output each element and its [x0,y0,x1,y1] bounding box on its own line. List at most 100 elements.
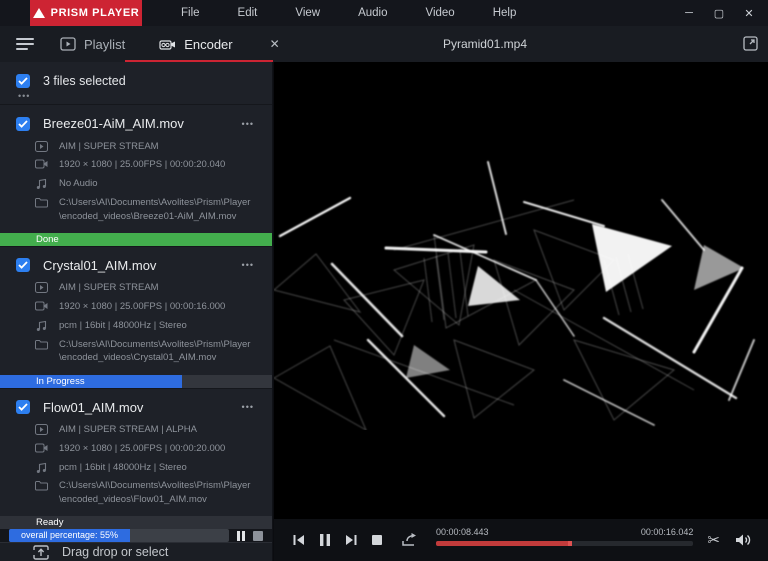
stream-icon [35,282,48,293]
folder-icon [35,480,48,491]
selection-summary: 3 files selected [43,74,126,88]
file-path: C:\Users\AI\Documents\Avolites\Prism\Pla… [59,479,258,507]
file-stream-info: AIM | SUPER STREAM | ALPHA [59,423,197,437]
menu-view[interactable]: View [276,0,339,26]
popout-icon [742,35,759,52]
stop-encoding-button[interactable] [253,531,263,541]
seek-bar[interactable]: 00:00:08.443 00:00:16.042 [436,527,693,553]
tab-playlist[interactable]: Playlist [56,26,129,62]
total-time: 00:00:16.042 [641,527,694,537]
popout-button[interactable] [742,35,759,52]
pause-button[interactable] [314,529,336,551]
export-button[interactable] [398,529,420,551]
maximize-button[interactable]: ▢ [708,2,730,24]
file-audio-info: No Audio [59,177,98,191]
file-status-label: Done [36,233,59,246]
video-info-icon [35,159,48,169]
menu-audio[interactable]: Audio [339,0,406,26]
file-stream-info: AIM | SUPER STREAM [59,281,159,295]
audio-info-icon [35,178,48,190]
video-info-icon [35,443,48,453]
video-panel[interactable]: 00:00:08.443 00:00:16.042 ✂ [274,62,768,561]
volume-button[interactable] [732,529,754,551]
app-brand: PRISM PLAYER [51,7,140,19]
encoder-file-item: Crystal01_AIM.mov ••• AIM | SUPER STREAM… [0,246,272,388]
video-preview [274,140,768,430]
file-menu-button[interactable]: ••• [240,400,256,414]
playlist-icon [60,37,76,51]
file-checkbox[interactable] [16,117,30,131]
prism-triangle-icon [33,8,45,18]
overall-progress-label: overall percentage: 55% [9,529,130,542]
file-menu-button[interactable]: ••• [240,117,256,131]
stream-icon [35,424,48,435]
menu-items: File Edit View Audio Video Help [162,0,535,26]
folder-icon [35,339,48,350]
skip-start-button[interactable] [288,529,310,551]
file-progress-bar: In Progress [0,375,272,388]
file-video-info: 1920 × 1080 | 25.00FPS | 00:00:20.040 [59,158,225,172]
encoder-file-item: Breeze01-AiM_AIM.mov ••• AIM | SUPER STR… [0,104,272,246]
file-checkbox[interactable] [16,400,30,414]
file-checkbox[interactable] [16,258,30,272]
encoder-icon [159,37,176,52]
pause-encoding-button[interactable] [237,531,245,541]
file-stream-info: AIM | SUPER STREAM [59,140,159,154]
seek-track[interactable] [436,541,693,546]
overall-progress-row: overall percentage: 55% [0,529,272,542]
stop-button[interactable] [366,529,388,551]
menu-help[interactable]: Help [474,0,536,26]
file-video-info: 1920 × 1080 | 25.00FPS | 00:00:20.000 [59,442,225,456]
tab-bar: Playlist Encoder ✕ Pyramid01.mp4 [0,26,768,62]
file-name: Breeze01-AiM_AIM.mov [43,116,227,131]
skip-end-button[interactable] [340,529,362,551]
file-status-label: In Progress [36,375,85,388]
overall-progress-bar: overall percentage: 55% [9,529,229,542]
seek-progress-fill [436,541,572,546]
menu-edit[interactable]: Edit [219,0,277,26]
file-path: C:\Users\AI\Documents\Avolites\Prism\Pla… [59,338,258,366]
folder-icon [35,197,48,208]
menu-file[interactable]: File [162,0,219,26]
audio-info-icon [35,462,48,474]
dropzone-label: Drag drop or select [62,545,168,559]
menu-bar: PRISM PLAYER File Edit View Audio Video … [0,0,768,26]
prism-player-window: PRISM PLAYER File Edit View Audio Video … [0,0,768,561]
dropzone[interactable]: Drag drop or select [0,542,272,561]
tab-encoder[interactable]: Encoder [155,26,236,62]
app-logo: PRISM PLAYER [30,0,142,26]
file-audio-info: pcm | 16bit | 48000Hz | Stereo [59,319,187,333]
file-name: Crystal01_AIM.mov [43,258,227,273]
close-button[interactable]: ✕ [738,2,760,24]
tab-encoder-label: Encoder [184,37,232,52]
current-time: 00:00:08.443 [436,527,489,537]
minimize-button[interactable]: ─ [678,2,700,24]
window-controls: ─ ▢ ✕ [678,2,760,24]
playhead[interactable] [568,541,572,546]
hamburger-menu-icon[interactable] [16,38,34,50]
encoder-file-item: Flow01_AIM.mov ••• AIM | SUPER STREAM | … [0,388,272,530]
video-info-icon [35,301,48,311]
tab-playlist-label: Playlist [84,37,125,52]
selection-header: 3 files selected ••• [0,62,272,104]
encoder-tab-close-button[interactable]: ✕ [265,37,285,51]
file-progress-bar: Ready [0,516,272,529]
menu-video[interactable]: Video [407,0,474,26]
stream-icon [35,141,48,152]
file-menu-button[interactable]: ••• [240,258,256,272]
encoder-panel: 3 files selected ••• Breeze01-AiM_AIM.mo… [0,62,273,561]
selection-options-button[interactable]: ••• [18,92,256,100]
select-all-checkbox[interactable] [16,74,30,88]
file-audio-info: pcm | 16bit | 48000Hz | Stereo [59,461,187,475]
current-video-title: Pyramid01.mp4 [405,37,565,51]
file-progress-fill [0,375,182,388]
file-progress-bar: Done [0,233,272,246]
file-path: C:\Users\AI\Documents\Avolites\Prism\Pla… [59,196,258,224]
file-video-info: 1920 × 1080 | 25.00FPS | 00:00:16.000 [59,300,225,314]
file-status-label: Ready [36,516,63,529]
file-name: Flow01_AIM.mov [43,400,227,415]
upload-icon [33,545,49,560]
trim-button[interactable]: ✂ [707,533,720,548]
audio-info-icon [35,320,48,332]
transport-bar: 00:00:08.443 00:00:16.042 ✂ [274,519,768,561]
